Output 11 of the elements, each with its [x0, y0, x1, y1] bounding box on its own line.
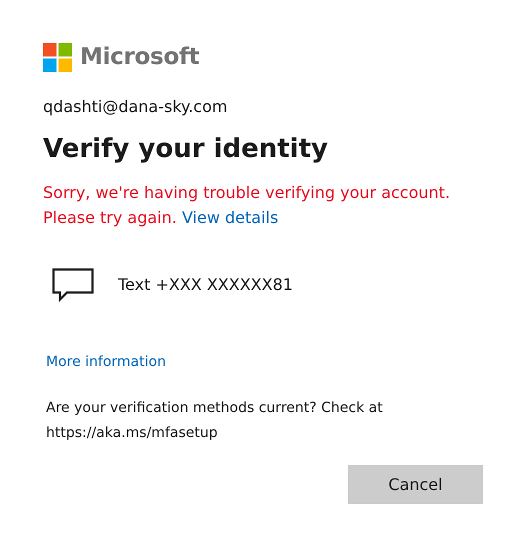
verification-note: Are your verification methods current? Check at https://aka.ms/mfasetup	[46, 399, 384, 443]
view-details-link[interactable]: View details	[182, 208, 278, 227]
cancel-button[interactable]: Cancel	[348, 465, 483, 504]
page-title: Verify your identity	[43, 133, 329, 166]
logo-text: Microsoft	[80, 46, 200, 68]
logo-icon	[43, 42, 72, 72]
more-information-link[interactable]: More information	[46, 352, 166, 372]
speech-bubble-icon	[52, 268, 94, 302]
verification-option[interactable]: Text +XXX XXXXXX81	[118, 273, 293, 297]
error-message: Sorry, we're having trouble verifying your account. Please try again. View details	[43, 182, 452, 229]
account-email: qdashti@dana-sky.com	[43, 96, 228, 118]
